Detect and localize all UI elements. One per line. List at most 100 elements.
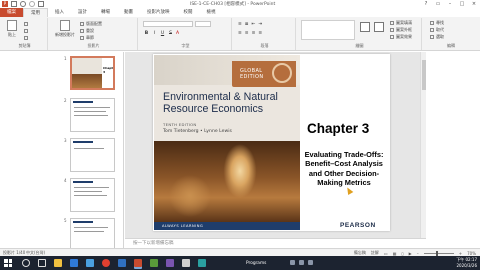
notes-pane[interactable]: 按一下以新增備忘稿 bbox=[125, 238, 426, 248]
file-explorer-icon[interactable] bbox=[54, 259, 62, 267]
mini-cave-photo bbox=[72, 74, 102, 88]
underline-icon[interactable]: U bbox=[160, 31, 165, 36]
publisher-logo: PEARSON bbox=[340, 222, 376, 229]
current-slide[interactable]: GLOBAL EDITION Environmental & Natural R… bbox=[153, 54, 390, 231]
reset-button[interactable]: 重設 bbox=[80, 28, 94, 33]
programs-toolbar[interactable]: Programs bbox=[246, 261, 266, 266]
zoom-slider[interactable] bbox=[423, 250, 454, 256]
network-icon[interactable] bbox=[290, 260, 295, 265]
tab-animations[interactable]: 動畫 bbox=[117, 8, 140, 17]
start-from-beginning-icon[interactable] bbox=[38, 1, 44, 7]
windows-taskbar: Programs 下午 02:17 2020/3/26 bbox=[0, 256, 480, 270]
chrome-icon[interactable] bbox=[102, 259, 110, 267]
zoom-level[interactable]: 70% bbox=[467, 251, 476, 256]
zoom-in-icon[interactable]: + bbox=[459, 251, 462, 256]
numbering-icon[interactable]: ≣ bbox=[245, 22, 249, 27]
normal-view-icon[interactable]: ▭ bbox=[384, 251, 388, 256]
shape-effects-button[interactable]: 圖案效果 bbox=[390, 34, 412, 39]
replace-button[interactable]: 取代 bbox=[430, 27, 444, 32]
redo-icon[interactable] bbox=[29, 1, 35, 7]
powerpoint-taskbar-icon[interactable] bbox=[134, 259, 142, 267]
slide-thumbnail-2[interactable] bbox=[70, 98, 115, 132]
italic-icon[interactable]: I bbox=[152, 31, 157, 36]
shape-fill-button[interactable]: 圖案填滿 bbox=[390, 20, 412, 25]
edge-icon[interactable] bbox=[70, 259, 78, 267]
undo-icon[interactable] bbox=[20, 1, 26, 7]
tab-review[interactable]: 校閱 bbox=[177, 8, 200, 17]
minimize-icon[interactable]: – bbox=[444, 0, 456, 8]
shape-outline-button[interactable]: 圖案外框 bbox=[390, 27, 412, 32]
zoom-out-icon[interactable]: – bbox=[417, 251, 419, 256]
excel-icon[interactable] bbox=[150, 259, 158, 267]
shapes-gallery[interactable] bbox=[301, 20, 355, 40]
bold-icon[interactable]: B bbox=[144, 31, 149, 36]
clock[interactable]: 下午 02:17 2020/3/26 bbox=[456, 257, 477, 268]
font-format-row: B I U S A bbox=[144, 31, 179, 36]
zoom-slider-knob[interactable] bbox=[435, 250, 438, 256]
paste-button[interactable]: 貼上 bbox=[5, 20, 19, 40]
reading-view-icon[interactable]: ▯ bbox=[401, 251, 403, 256]
slideshow-icon[interactable]: ▶ bbox=[409, 251, 412, 256]
close-icon[interactable]: × bbox=[468, 0, 480, 8]
slide-thumbnail-5[interactable] bbox=[70, 218, 115, 252]
volume-icon[interactable] bbox=[299, 260, 304, 265]
section-button[interactable]: 章節 bbox=[80, 35, 94, 40]
slide-thumbnail-3[interactable] bbox=[70, 138, 115, 172]
clock-date: 2020/3/26 bbox=[456, 262, 477, 268]
tab-file[interactable]: 檔案 bbox=[0, 8, 23, 17]
quick-styles-icon[interactable] bbox=[374, 22, 384, 32]
word-icon[interactable] bbox=[118, 259, 126, 267]
format-painter-button[interactable] bbox=[24, 35, 28, 40]
cut-button[interactable] bbox=[24, 21, 28, 26]
decrease-indent-icon[interactable]: ⇤ bbox=[252, 22, 256, 27]
task-view-icon[interactable] bbox=[38, 259, 46, 267]
global-edition-badge: GLOBAL EDITION bbox=[232, 61, 296, 87]
slide-thumbnail-1[interactable]: Chapter 3 bbox=[70, 56, 115, 90]
book-cover-image: GLOBAL EDITION Environmental & Natural R… bbox=[154, 55, 300, 230]
align-center-icon[interactable]: ≡ bbox=[245, 31, 249, 36]
justify-icon[interactable]: ≡ bbox=[258, 31, 262, 36]
help-icon[interactable]: ? bbox=[420, 0, 432, 8]
always-learning-band: ALWAYS LEARNING bbox=[154, 222, 300, 230]
font-color-icon[interactable]: A bbox=[176, 31, 179, 36]
ribbon-display-icon[interactable]: ▭ bbox=[432, 0, 444, 8]
maximize-icon[interactable]: □ bbox=[456, 0, 468, 8]
font-size-select[interactable] bbox=[195, 21, 211, 27]
chapter-subtitle[interactable]: Evaluating Trade-Offs: Benefit–Cost Anal… bbox=[301, 150, 387, 187]
vertical-scrollbar[interactable] bbox=[420, 52, 426, 238]
mini-chapter-label: Chapter 3 bbox=[103, 66, 115, 74]
tab-view[interactable]: 檢視 bbox=[200, 8, 223, 17]
start-button-icon[interactable] bbox=[4, 259, 12, 267]
increase-indent-icon[interactable]: ⇥ bbox=[258, 22, 262, 27]
ime-icon[interactable] bbox=[308, 260, 313, 265]
copy-button[interactable] bbox=[24, 28, 28, 33]
slide-thumbnail-4[interactable] bbox=[70, 178, 115, 212]
app-icon[interactable] bbox=[182, 259, 190, 267]
mail-icon[interactable] bbox=[86, 259, 94, 267]
copy-icon bbox=[24, 28, 28, 33]
select-button[interactable]: 選取 bbox=[430, 34, 444, 39]
save-icon[interactable] bbox=[11, 1, 17, 7]
tab-design[interactable]: 設計 bbox=[71, 8, 94, 17]
align-left-icon[interactable]: ≡ bbox=[238, 31, 242, 36]
onenote-icon[interactable] bbox=[166, 259, 174, 267]
tab-transitions[interactable]: 轉場 bbox=[94, 8, 117, 17]
tab-home[interactable]: 常用 bbox=[23, 8, 48, 17]
slide-sorter-icon[interactable]: ▦ bbox=[393, 251, 397, 256]
new-slide-button[interactable]: 新增投影片 bbox=[54, 20, 76, 40]
scrollbar-thumb[interactable] bbox=[422, 60, 426, 90]
find-button[interactable]: 尋找 bbox=[430, 20, 444, 25]
font-name-select[interactable] bbox=[143, 21, 193, 27]
search-icon[interactable] bbox=[22, 259, 30, 267]
book-title: Environmental & Natural Resource Economi… bbox=[163, 91, 278, 115]
slides-label: 投影片 bbox=[87, 43, 100, 48]
layout-button[interactable]: 版面配置 bbox=[80, 21, 102, 26]
align-right-icon[interactable]: ≡ bbox=[252, 31, 256, 36]
strikethrough-icon[interactable]: S bbox=[168, 31, 173, 36]
tab-slideshow[interactable]: 投影片放映 bbox=[140, 8, 177, 17]
arrange-icon[interactable] bbox=[360, 22, 370, 32]
app-icon[interactable] bbox=[198, 259, 206, 267]
tab-insert[interactable]: 插入 bbox=[48, 8, 71, 17]
bullets-icon[interactable]: ≡ bbox=[238, 22, 242, 27]
chapter-heading[interactable]: Chapter 3 bbox=[307, 121, 369, 136]
